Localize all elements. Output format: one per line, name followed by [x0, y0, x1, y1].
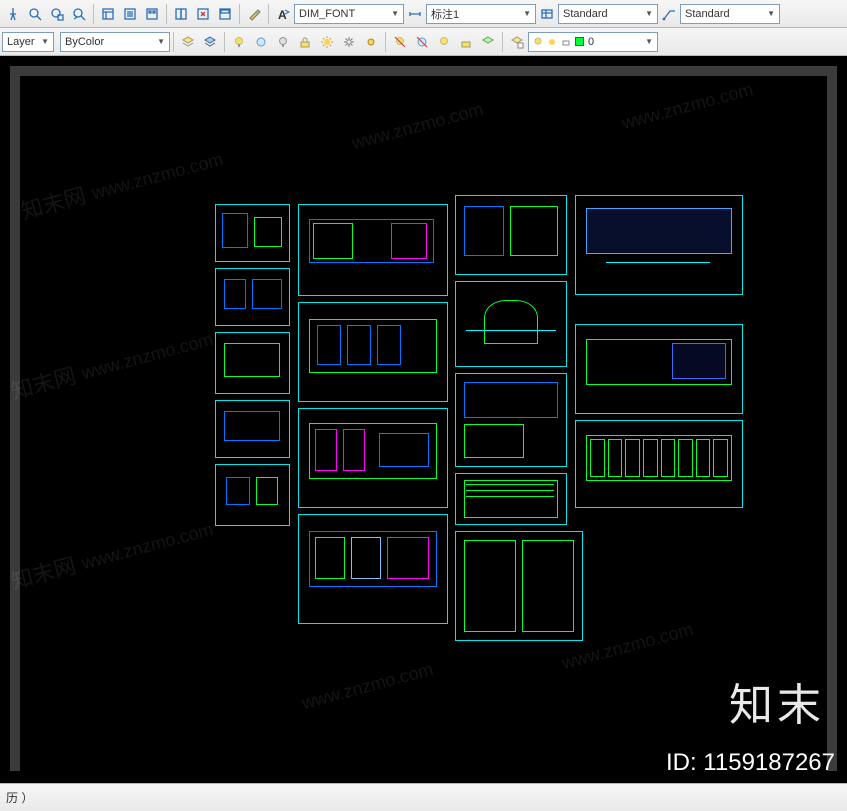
- watermark-en: www.znzmo.com: [80, 519, 216, 574]
- chevron-down-icon: ▼: [645, 37, 653, 46]
- watermark-en: www.znzmo.com: [90, 149, 226, 204]
- image-id-label: ID: 1159187267: [666, 749, 835, 777]
- toolbar-row-1: A DIM_FONT ▼ 标注1 ▼ Standard ▼ Standard ▼: [0, 0, 847, 28]
- cad-sheet[interactable]: [298, 204, 448, 296]
- layer-off-icon[interactable]: [389, 31, 411, 53]
- cad-sheet[interactable]: [575, 420, 743, 508]
- sun-mini-icon: [547, 37, 557, 47]
- text-style-select[interactable]: DIM_FONT ▼: [294, 4, 404, 24]
- layer-freeze2-icon[interactable]: [411, 31, 433, 53]
- cad-sheet[interactable]: [215, 464, 290, 526]
- brand-watermark: 知末: [729, 669, 825, 733]
- bulb-on-icon[interactable]: [228, 31, 250, 53]
- chevron-down-icon: ▼: [391, 9, 399, 18]
- toolbar-row-2: Layer ▼ ByColor ▼ 0 ▼: [0, 28, 847, 56]
- zoom-extents-icon[interactable]: [24, 3, 46, 25]
- markup-icon[interactable]: [192, 3, 214, 25]
- status-text: 历 ）: [6, 789, 33, 806]
- color-select-label: ByColor: [65, 36, 104, 48]
- dim-style-value: 标注1: [431, 6, 459, 22]
- chevron-down-icon: ▼: [523, 9, 531, 18]
- layer-match-icon[interactable]: [477, 31, 499, 53]
- cad-sheet[interactable]: [215, 400, 290, 458]
- cad-sheet[interactable]: [575, 195, 743, 295]
- cad-sheet[interactable]: [575, 324, 743, 414]
- cad-sheet[interactable]: [215, 204, 290, 262]
- tool-palette-icon[interactable]: [141, 3, 163, 25]
- current-layer-select[interactable]: 0 ▼: [528, 32, 658, 52]
- text-style-A-icon[interactable]: A: [272, 3, 294, 25]
- layer-props-icon[interactable]: [506, 31, 528, 53]
- chevron-down-icon: ▼: [767, 9, 775, 18]
- cad-sheet[interactable]: [298, 514, 448, 624]
- layer-color-swatch: [575, 37, 584, 46]
- cad-sheet[interactable]: [455, 373, 567, 467]
- mleader-style-icon[interactable]: [658, 3, 680, 25]
- bulb-mini-icon: [533, 37, 543, 47]
- watermark-en: www.znzmo.com: [350, 99, 486, 154]
- tool-pin-icon[interactable]: [2, 3, 24, 25]
- gear-icon[interactable]: [338, 31, 360, 53]
- watermark-en: www.znzmo.com: [80, 329, 216, 384]
- chevron-down-icon: ▼: [41, 37, 49, 46]
- watermark-cn: 知末网: [7, 358, 79, 406]
- quickcalc-icon[interactable]: [214, 3, 236, 25]
- table-style-icon[interactable]: [536, 3, 558, 25]
- cad-sheet[interactable]: [455, 473, 567, 525]
- freeze-icon[interactable]: [250, 31, 272, 53]
- properties-icon[interactable]: [97, 3, 119, 25]
- table-style-select[interactable]: Standard ▼: [558, 4, 658, 24]
- chevron-down-icon: ▼: [645, 9, 653, 18]
- watermark-cn: 知末网: [17, 178, 89, 226]
- cad-sheet[interactable]: [455, 531, 583, 641]
- drawing-canvas[interactable]: 知末网 www.znzmo.com www.znzmo.com www.znzm…: [0, 56, 847, 781]
- mleader-style-value: Standard: [685, 8, 730, 20]
- layer-bulb2-icon[interactable]: [433, 31, 455, 53]
- watermark-en: www.znzmo.com: [300, 659, 436, 714]
- cad-sheet[interactable]: [298, 408, 448, 508]
- drawing-viewport[interactable]: 知末网 www.znzmo.com www.znzmo.com www.znzm…: [0, 56, 847, 781]
- bulb-off-icon[interactable]: [272, 31, 294, 53]
- layer-states-icon[interactable]: [199, 31, 221, 53]
- sheet-set-icon[interactable]: [119, 3, 141, 25]
- design-center-icon[interactable]: [170, 3, 192, 25]
- watermark-cn: 知末网: [7, 548, 79, 596]
- lock-mini-icon: [561, 37, 571, 47]
- text-style-value: DIM_FONT: [299, 8, 355, 20]
- cad-sheet[interactable]: [455, 195, 567, 275]
- status-bar: 历 ）: [0, 783, 847, 811]
- table-style-value: Standard: [563, 8, 608, 20]
- dim-style-select[interactable]: 标注1 ▼: [426, 4, 536, 24]
- mleader-style-select[interactable]: Standard ▼: [680, 4, 780, 24]
- layer-manager-icon[interactable]: [177, 31, 199, 53]
- color-select[interactable]: ByColor ▼: [60, 32, 170, 52]
- zoom-previous-icon[interactable]: [68, 3, 90, 25]
- cad-sheet[interactable]: [215, 268, 290, 326]
- paintbrush-icon[interactable]: [243, 3, 265, 25]
- cad-sheet[interactable]: [215, 332, 290, 394]
- layer-select-label: Layer: [7, 36, 35, 48]
- lock-icon[interactable]: [294, 31, 316, 53]
- zoom-window-icon[interactable]: [46, 3, 68, 25]
- cad-sheet[interactable]: [298, 302, 448, 402]
- watermark-en: www.znzmo.com: [620, 79, 756, 134]
- cad-sheet[interactable]: [455, 281, 567, 367]
- layer-lock2-icon[interactable]: [455, 31, 477, 53]
- current-layer-label: 0: [588, 36, 594, 48]
- dim-style-icon[interactable]: [404, 3, 426, 25]
- chevron-down-icon: ▼: [157, 37, 165, 46]
- layer-select[interactable]: Layer ▼: [2, 32, 54, 52]
- sun-icon[interactable]: [316, 31, 338, 53]
- gear-sun-icon[interactable]: [360, 31, 382, 53]
